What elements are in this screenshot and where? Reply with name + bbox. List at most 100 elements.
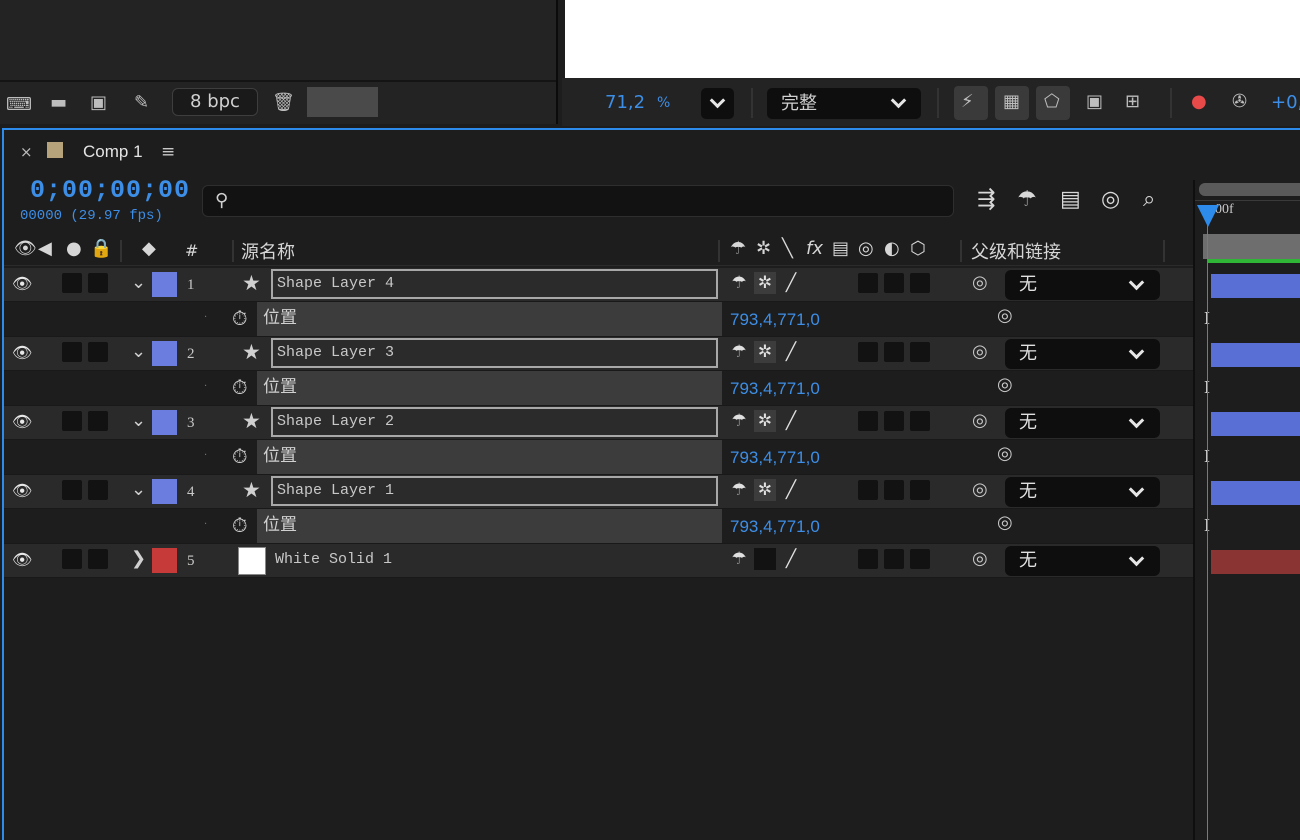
panel-menu-icon[interactable]: ≡ [161, 142, 175, 162]
layer-row[interactable]: 👁 ⌄ 1 ★ Shape Layer 4 ☂ ✲ ╱ ◎ 无 [4, 268, 1300, 302]
new-folder-icon[interactable]: ▬ [50, 93, 67, 113]
zoom-value[interactable]: 71,2 [605, 92, 645, 113]
quality-switch-icon[interactable]: ╱ [780, 479, 802, 501]
channel-rgb-icon[interactable]: ● [1191, 92, 1207, 112]
property-row[interactable]: · ⏱ 位置 793,4,771,0 ◎ I [4, 371, 1210, 406]
3d-toggle[interactable] [910, 342, 930, 362]
layer-duration-bar[interactable] [1211, 481, 1300, 505]
lock-toggle[interactable] [88, 549, 108, 569]
fast-preview-button[interactable]: ⚡ [954, 86, 988, 120]
parent-dropdown[interactable]: 无 [1005, 408, 1160, 438]
layer-duration-bar[interactable] [1211, 412, 1300, 436]
resolution-dropdown[interactable]: 完整 [767, 88, 921, 119]
3d-toggle[interactable] [910, 273, 930, 293]
stopwatch-icon[interactable]: ⏱ [232, 375, 248, 399]
motion-blur-toggle[interactable] [858, 273, 878, 293]
close-tab-icon[interactable]: × [20, 143, 33, 161]
property-row[interactable]: · ⏱ 位置 793,4,771,0 ◎ I [4, 302, 1210, 337]
adjustment-toggle[interactable] [884, 411, 904, 431]
3d-toggle[interactable] [910, 411, 930, 431]
eye-icon[interactable]: 👁 [12, 412, 32, 431]
property-name[interactable]: 位置 [257, 440, 722, 474]
shy-layers-icon[interactable]: ☂ [1017, 187, 1037, 212]
layer-duration-bar[interactable] [1211, 274, 1300, 298]
video-visibility-icon[interactable]: 👁 [14, 238, 37, 259]
exposure-value[interactable]: +0,0 [1271, 92, 1300, 113]
graph-editor-icon[interactable]: ⌕ [1143, 187, 1155, 212]
interpret-footage-icon[interactable]: ⌨ [6, 95, 32, 115]
property-name[interactable]: 位置 [257, 302, 722, 336]
layer-row[interactable]: 👁 ⌄ 2 ★ Shape Layer 3 ☂ ✲ ╱ ◎ 无 [4, 337, 1300, 371]
motion-blur-icon[interactable]: ◎ [1101, 187, 1120, 212]
pick-whip-icon[interactable]: ◎ [972, 479, 988, 500]
3d-toggle[interactable] [910, 480, 930, 500]
color-management-icon[interactable]: ✇ [1232, 92, 1247, 112]
eye-icon[interactable]: 👁 [12, 550, 32, 569]
shy-switch-icon[interactable]: ☂ [728, 410, 750, 432]
layer-name[interactable]: Shape Layer 4 [271, 269, 718, 299]
pick-whip-icon[interactable]: ◎ [972, 410, 988, 431]
frame-blending-icon[interactable]: ▤ [1060, 187, 1081, 212]
collapse-switch-icon[interactable]: ✲ [754, 479, 776, 501]
shy-switch-icon[interactable]: ☂ [728, 548, 750, 570]
solo-icon[interactable]: ● [66, 238, 82, 259]
pick-whip-icon[interactable]: ◎ [997, 512, 1013, 533]
audio-toggle[interactable] [62, 549, 82, 569]
zoom-dropdown[interactable] [701, 88, 734, 119]
shy-switch-icon[interactable]: ☂ [728, 272, 750, 294]
parent-link-header[interactable]: 父级和链接 [971, 238, 1061, 264]
grid-guides-button[interactable]: ⊞ [1119, 86, 1153, 120]
collapse-switch-icon[interactable]: ✲ [754, 410, 776, 432]
new-composition-icon[interactable]: ▣ [90, 93, 107, 113]
parent-dropdown[interactable]: 无 [1005, 546, 1160, 576]
shy-switch-icon[interactable]: ☂ [728, 341, 750, 363]
quality-switch-icon[interactable]: ╱ [780, 341, 802, 363]
chevron-right-icon[interactable]: ❯ [131, 548, 146, 569]
current-time-indicator[interactable] [1197, 205, 1219, 227]
timeline-divider[interactable] [1193, 180, 1195, 840]
pick-whip-icon[interactable]: ◎ [997, 374, 1013, 395]
quality-switch-icon[interactable]: ╱ [780, 410, 802, 432]
current-timecode[interactable]: 0;00;00;00 [30, 176, 190, 205]
lock-toggle[interactable] [88, 480, 108, 500]
pick-whip-icon[interactable]: ◎ [972, 341, 988, 362]
adjustment-toggle[interactable] [884, 549, 904, 569]
source-name-header[interactable]: 源名称 [241, 238, 295, 264]
search-input[interactable] [243, 188, 943, 214]
layer-name[interactable]: Shape Layer 3 [271, 338, 718, 368]
quality-switch-icon[interactable]: ╱ [780, 272, 802, 294]
eye-icon[interactable]: 👁 [12, 481, 32, 500]
motion-blur-toggle[interactable] [858, 342, 878, 362]
work-area-bar[interactable] [1199, 183, 1300, 196]
layer-row[interactable]: 👁 ⌄ 3 ★ Shape Layer 2 ☂ ✲ ╱ ◎ 无 [4, 406, 1300, 440]
quality-switch-icon[interactable]: ╱ [780, 548, 802, 570]
lock-toggle[interactable] [88, 342, 108, 362]
motion-blur-toggle[interactable] [858, 411, 878, 431]
composition-flowchart-icon[interactable]: ⇶ [977, 187, 995, 212]
adjustment-toggle[interactable] [884, 342, 904, 362]
lock-icon[interactable]: 🔒 [90, 238, 112, 259]
label-color-swatch[interactable] [152, 272, 177, 297]
layer-duration-bar[interactable] [1211, 343, 1300, 367]
layer-row[interactable]: 👁 ❯ 5 White Solid 1 ☂ ╱ ◎ 无 [4, 544, 1300, 578]
3d-toggle[interactable] [910, 549, 930, 569]
label-color-swatch[interactable] [152, 548, 177, 573]
property-name[interactable]: 位置 [257, 371, 722, 405]
trash-icon[interactable]: 🗑 [272, 93, 295, 113]
chevron-down-icon[interactable]: ⌄ [131, 272, 146, 293]
stopwatch-icon[interactable]: ⏱ [232, 513, 248, 537]
eye-icon[interactable]: 👁 [12, 343, 32, 362]
property-value[interactable]: 793,4,771,0 [730, 379, 820, 399]
label-color-swatch[interactable] [152, 479, 177, 504]
property-row[interactable]: · ⏱ 位置 793,4,771,0 ◎ I [4, 509, 1210, 544]
parent-dropdown[interactable]: 无 [1005, 270, 1160, 300]
property-name[interactable]: 位置 [257, 509, 722, 543]
eye-icon[interactable]: 👁 [12, 274, 32, 293]
pick-whip-icon[interactable]: ◎ [997, 305, 1013, 326]
adjustment-toggle[interactable] [884, 273, 904, 293]
property-value[interactable]: 793,4,771,0 [730, 448, 820, 468]
transparency-grid-button[interactable]: ▦ [995, 86, 1029, 120]
audio-toggle[interactable] [62, 273, 82, 293]
composition-viewer[interactable] [565, 0, 1300, 78]
chevron-down-icon[interactable]: ⌄ [131, 479, 146, 500]
